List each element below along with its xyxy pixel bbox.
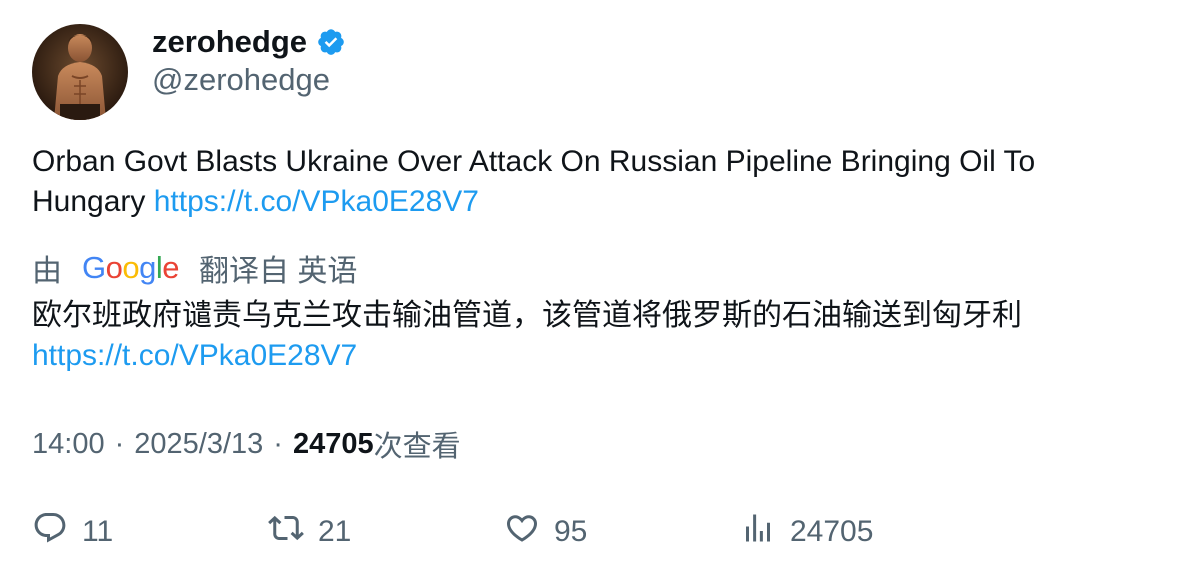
- like-count: 95: [554, 515, 588, 548]
- views-count: 24705: [292, 427, 374, 460]
- tweet-text: Orban Govt Blasts Ukraine Over Attack On…: [32, 142, 1152, 222]
- author-handle[interactable]: @zerohedge: [152, 62, 330, 98]
- tweet-date[interactable]: 2025/3/13: [134, 428, 263, 461]
- translation-prefix: 由: [32, 255, 62, 288]
- tweet-meta: 14:00 · 2025/3/13 · 24705 次查看: [32, 424, 461, 464]
- display-name[interactable]: zerohedge: [152, 24, 307, 60]
- views-action-count: 24705: [790, 515, 874, 548]
- verified-badge-icon: [316, 27, 346, 57]
- avatar[interactable]: [32, 24, 128, 120]
- analytics-icon: [740, 510, 776, 554]
- meta-separator: ·: [273, 427, 283, 460]
- retweet-icon: [268, 510, 304, 554]
- tweet-link[interactable]: https://t.co/VPka0E28V7: [154, 185, 479, 218]
- meta-separator: ·: [114, 427, 125, 460]
- retweet-button[interactable]: 21: [268, 510, 351, 554]
- action-bar: 11 21 95 24705: [32, 510, 1132, 554]
- views-label: 次查看: [373, 431, 461, 463]
- translation-suffix[interactable]: 翻译自 英语: [199, 246, 357, 290]
- translated-link[interactable]: https://t.co/VPka0E28V7: [32, 339, 357, 372]
- tweet-time[interactable]: 14:00: [32, 428, 105, 461]
- like-button[interactable]: 95: [504, 510, 587, 554]
- translated-text: 欧尔班政府谴责乌克兰攻击输油管道，该管道将俄罗斯的石油输送到匈牙利 https:…: [32, 296, 1172, 376]
- reply-icon: [32, 510, 68, 554]
- translated-text-content: 欧尔班政府谴责乌克兰攻击输油管道，该管道将俄罗斯的石油输送到匈牙利: [32, 299, 1022, 332]
- google-logo: Google: [82, 250, 180, 285]
- reply-button[interactable]: 11: [32, 510, 113, 554]
- views-button[interactable]: 24705: [740, 510, 873, 554]
- retweet-count: 21: [318, 515, 352, 548]
- translation-attribution: 由 Google 翻译自 英语: [32, 248, 357, 288]
- tweet-card: zerohedge @zerohedge Orban Govt Blasts U…: [0, 0, 1196, 578]
- heart-icon: [504, 510, 540, 554]
- author-name-row: zerohedge: [152, 22, 346, 62]
- reply-count: 11: [82, 515, 114, 548]
